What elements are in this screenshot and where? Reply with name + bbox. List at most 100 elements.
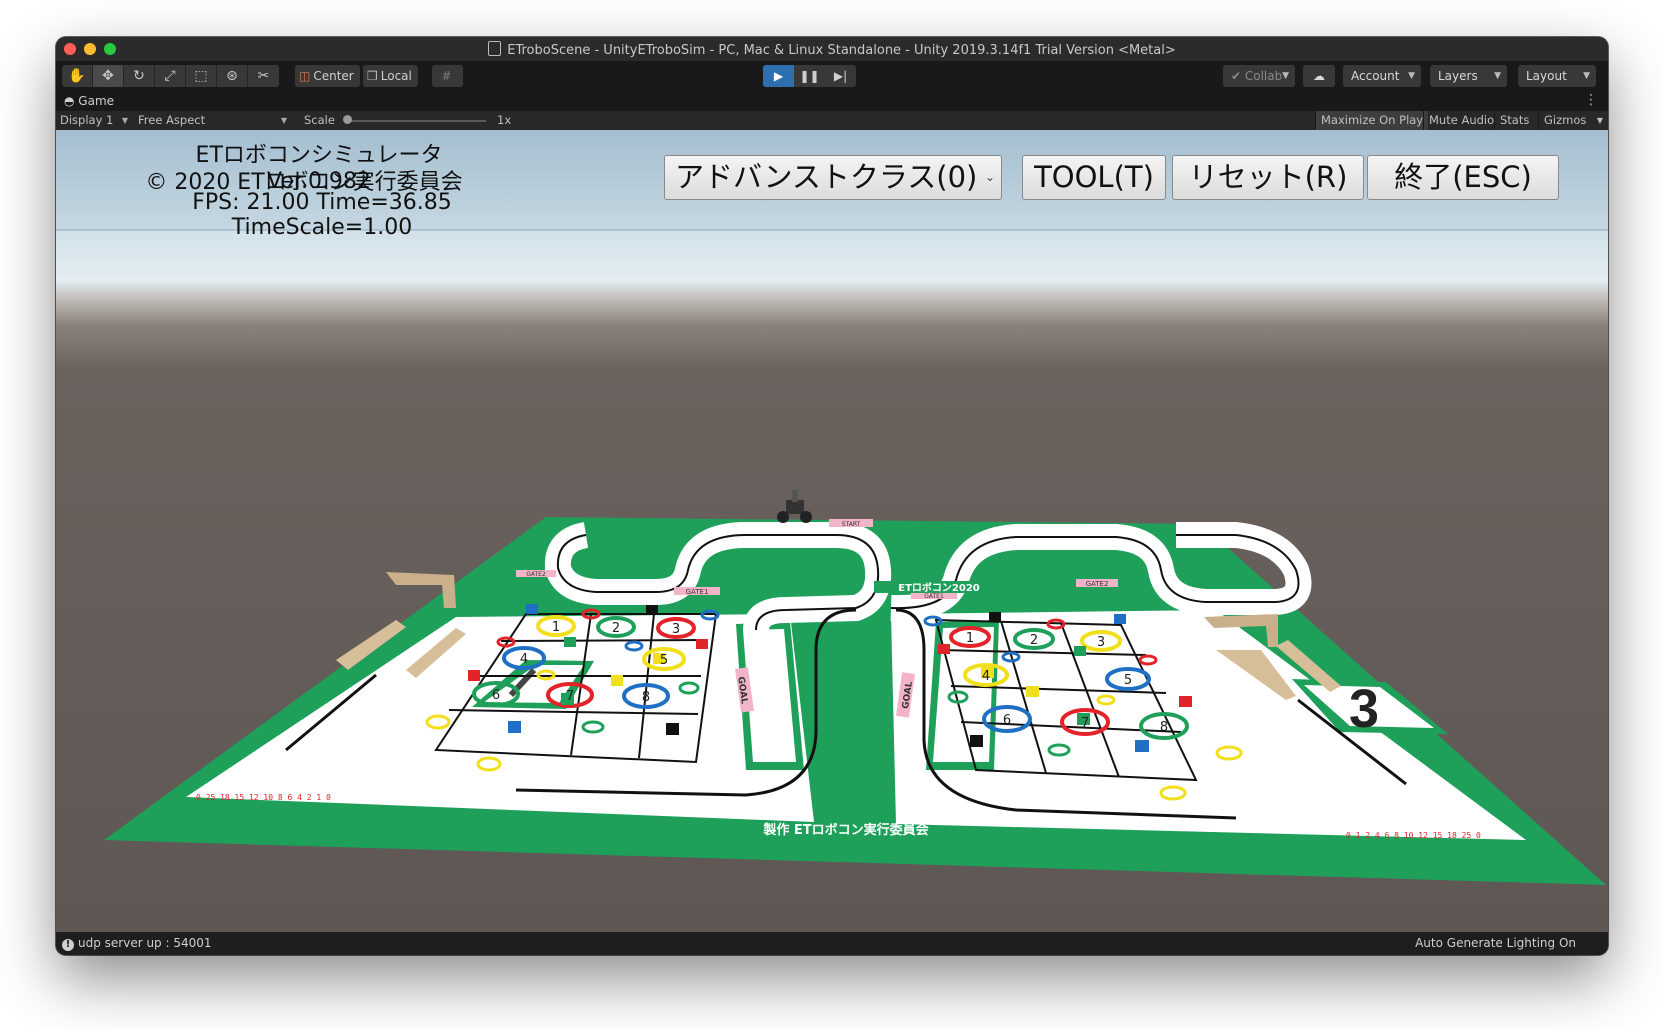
left-grid-number: 5	[660, 653, 668, 668]
left-grid-number: 4	[520, 652, 528, 667]
maximize-on-play-toggle[interactable]: Maximize On Play	[1315, 111, 1429, 130]
game-tab-label: Game	[78, 94, 115, 108]
snap-grid-icon[interactable]: #	[432, 65, 463, 87]
left-wall	[386, 572, 456, 608]
move-tool-icon[interactable]: ✥	[93, 65, 124, 87]
right-ruler: 0 1 2 4 6 8 10 12 15 18 25 0	[1346, 831, 1481, 840]
collab-check-icon: ✔	[1231, 69, 1245, 83]
title-bar: ETroboScene - UnityETroboSim - PC, Mac &…	[56, 37, 1608, 61]
chevron-down-icon: ▼	[1583, 71, 1590, 81]
chevron-down-icon: ▼	[121, 116, 128, 125]
scale-label: Scale	[304, 113, 335, 127]
local-cube-icon: ❒	[367, 69, 378, 83]
class-select-label: アドバンストクラス(0)	[675, 160, 978, 194]
gate1-left-label: GATE1	[686, 588, 709, 596]
robot-model	[777, 490, 812, 523]
pause-icon[interactable]: ❚❚	[794, 65, 825, 87]
gate2-left-label: GATE2	[526, 571, 546, 578]
play-icon[interactable]: ▶	[763, 65, 794, 87]
unity-editor-window: ETroboScene - UnityETroboSim - PC, Mac &…	[56, 37, 1608, 955]
stats-toggle[interactable]: Stats	[1494, 111, 1534, 130]
account-label: Account	[1351, 69, 1400, 83]
window-title: ETroboScene - UnityETroboSim - PC, Mac &…	[507, 43, 1176, 58]
left-grid-number: 8	[642, 690, 650, 705]
chevron-down-icon: ⌄	[984, 170, 995, 184]
space-toggle-button[interactable]: ❒ Local	[363, 65, 418, 87]
display-label: Display 1	[60, 113, 114, 127]
cloud-button[interactable]: ☁	[1303, 65, 1335, 87]
main-toolbar: ✋ ✥ ↻ ⤢ ⬚ ⊛ ✂ ◫ Center ❒ Local # ▶ ❚❚ ▶| ✔…	[56, 61, 1608, 91]
layers-dropdown[interactable]: Layers ▼	[1430, 65, 1507, 87]
gizmos-label: Gizmos	[1544, 113, 1587, 127]
rect-tool-icon[interactable]: ⬚	[186, 65, 217, 87]
custom-tool-icon[interactable]: ✂	[248, 65, 279, 87]
playback-controls: ▶ ❚❚ ▶|	[763, 65, 856, 87]
left-grid-number: 1	[552, 620, 560, 635]
aspect-dropdown[interactable]: Free Aspect ▼	[134, 111, 291, 130]
aspect-label: Free Aspect	[138, 113, 206, 127]
exit-button[interactable]: 終了(ESC)	[1367, 155, 1559, 200]
class-select-dropdown[interactable]: アドバンストクラス(0) ⌄	[664, 155, 1002, 200]
chevron-down-icon: ▼	[280, 116, 287, 125]
course-field-render: 3 製作 ETロボコン実行委員会 START GATE1 GATE2 GATE2…	[56, 130, 1608, 885]
display-dropdown[interactable]: Display 1 ▼	[56, 111, 132, 130]
right-grid-number: 6	[1003, 713, 1011, 728]
left-grid-number: 6	[492, 688, 500, 703]
right-grid-number: 3	[1097, 635, 1105, 650]
game-view-toolbar: Display 1 ▼ Free Aspect ▼ Scale 1x Maximiz…	[56, 111, 1608, 130]
step-icon[interactable]: ▶|	[825, 65, 856, 87]
status-message: udp server up : 54001	[78, 936, 212, 950]
chevron-down-icon: ▼	[1596, 116, 1603, 125]
tab-menu-icon[interactable]: ⋮	[1584, 92, 1598, 108]
cloud-icon: ☁	[1313, 69, 1325, 83]
right-grid-number: 8	[1160, 720, 1168, 735]
right-grid-number: 5	[1124, 673, 1132, 688]
left-grid-number: 2	[612, 621, 620, 636]
game-viewport[interactable]: 3 製作 ETロボコン実行委員会 START GATE1 GATE2 GATE2…	[56, 130, 1608, 932]
chevron-down-icon: ▼	[1282, 71, 1289, 81]
scale-value: 1x	[497, 113, 512, 127]
left-grid-number: 3	[672, 622, 680, 637]
scale-slider-handle[interactable]	[343, 115, 352, 124]
gate2-right-label: GATE2	[1086, 580, 1109, 588]
tool-button[interactable]: TOOL(T)	[1022, 155, 1166, 200]
gamepad-icon: ◓	[64, 94, 79, 108]
transform-tool-icon[interactable]: ⊛	[217, 65, 248, 87]
scale-slider-track[interactable]	[346, 120, 486, 122]
chevron-down-icon: ▼	[1494, 71, 1501, 81]
sim-fps-text: FPS: 21.00 Time=36.85 TimeScale=1.00	[192, 190, 452, 240]
pivot-toggle-button[interactable]: ◫ Center	[295, 65, 360, 87]
chevron-down-icon: ▼	[1408, 71, 1415, 81]
left-ruler: 0 25 18 15 12 10 8 6 4 2 1 0	[196, 793, 331, 802]
layout-dropdown[interactable]: Layout ▼	[1518, 65, 1596, 87]
left-grid-number: 7	[566, 689, 574, 704]
collab-label: Collab	[1244, 69, 1283, 83]
right-grid-number: 1	[966, 631, 974, 646]
right-grid-number: 4	[982, 669, 990, 684]
collab-dropdown[interactable]: ✔ Collab ▼	[1223, 65, 1295, 87]
scale-tool-icon[interactable]: ⤢	[155, 65, 186, 87]
lighting-status[interactable]: Auto Generate Lighting On	[1415, 936, 1576, 950]
start-label: START	[842, 521, 861, 528]
space-label: Local	[380, 69, 412, 83]
tab-game[interactable]: ◓ Game	[64, 94, 114, 108]
mute-audio-toggle[interactable]: Mute Audio	[1423, 111, 1499, 130]
right-grid-number: 7	[1081, 716, 1089, 731]
right-grid-number: 2	[1030, 633, 1038, 648]
card-number: 3	[1349, 679, 1379, 739]
hand-tool-icon[interactable]: ✋	[62, 65, 93, 87]
pivot-center-icon: ◫	[299, 69, 311, 83]
rotate-tool-icon[interactable]: ↻	[124, 65, 155, 87]
status-bar: ! udp server up : 54001 Auto Generate Lig…	[56, 932, 1608, 955]
status-left: ! udp server up : 54001	[62, 936, 212, 951]
layout-label: Layout	[1526, 69, 1567, 83]
gate1-right-label: GATE1	[924, 593, 944, 600]
info-icon: !	[62, 939, 74, 951]
unity-document-icon	[488, 41, 502, 56]
reset-button[interactable]: リセット(R)	[1172, 155, 1364, 200]
account-dropdown[interactable]: Account ▼	[1343, 65, 1421, 87]
layers-label: Layers	[1438, 69, 1478, 83]
field-logo: ETロボコン2020	[898, 581, 980, 594]
gizmos-dropdown[interactable]: Gizmos ▼	[1538, 111, 1608, 130]
field-credit: 製作 ETロボコン実行委員会	[762, 822, 929, 838]
